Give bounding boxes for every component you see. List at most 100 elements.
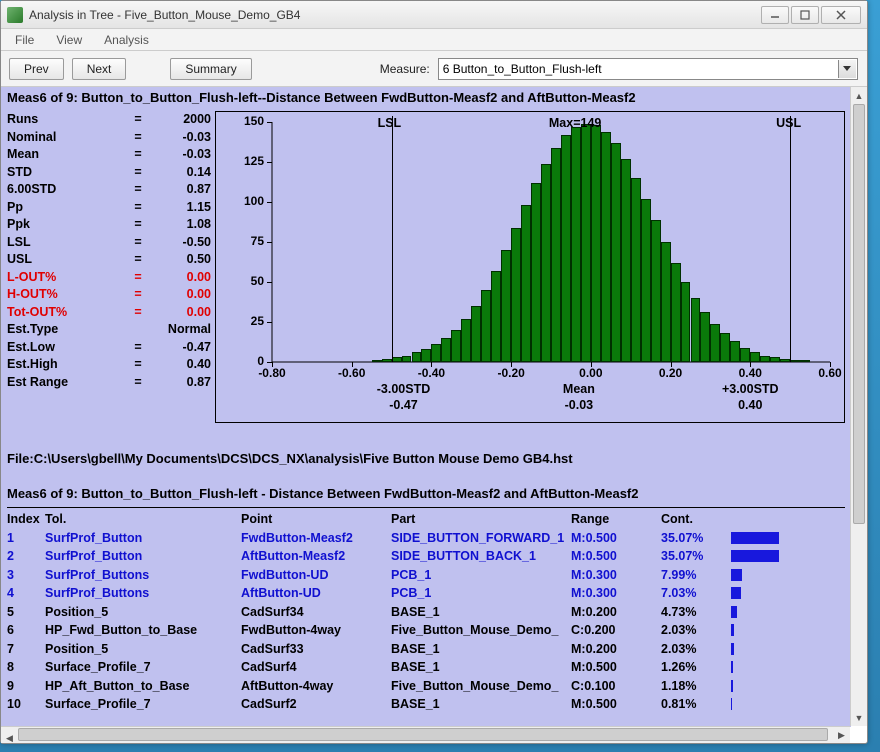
table-header: IndexTol.PointPartRangeCont.: [7, 510, 845, 529]
scroll-down-icon[interactable]: ▼: [851, 709, 867, 726]
window-controls: [761, 6, 861, 24]
histogram-bar: [631, 178, 641, 362]
scroll-up-icon[interactable]: ▲: [851, 87, 867, 104]
stat-value: 0.00: [151, 304, 211, 322]
stat-value: 0.14: [151, 164, 211, 182]
vertical-scrollbar[interactable]: ▲ ▼: [850, 87, 867, 726]
cell-part: Five_Button_Mouse_Demo_: [391, 677, 571, 696]
lsl-label: LSL: [378, 116, 402, 130]
prev-button[interactable]: Prev: [9, 58, 64, 80]
maximize-button[interactable]: [791, 6, 819, 24]
histogram-bar: [441, 338, 451, 362]
stat-label: STD: [7, 164, 125, 182]
stat-value: 0.87: [151, 181, 211, 199]
cell-part: PCB_1: [391, 566, 571, 585]
cell-bar: [731, 679, 791, 693]
histogram-bar: [461, 319, 471, 362]
stat-eq: =: [125, 304, 151, 322]
menu-file[interactable]: File: [5, 31, 44, 49]
cell-range: M:0.500: [571, 529, 661, 548]
menu-view[interactable]: View: [46, 31, 92, 49]
cell-range: M:0.500: [571, 547, 661, 566]
measure-select[interactable]: 6 Button_to_Button_Flush-left: [438, 58, 858, 80]
cell-part: BASE_1: [391, 695, 571, 714]
stat-row: H-OUT%=0.00: [7, 286, 211, 304]
histogram-bar: [591, 125, 601, 362]
table-row[interactable]: 1SurfProf_ButtonFwdButton-Measf2SIDE_BUT…: [7, 529, 845, 548]
summary-button[interactable]: Summary: [170, 58, 251, 80]
stat-value: -0.50: [151, 234, 211, 252]
stat-value: -0.47: [151, 339, 211, 357]
table-row[interactable]: 7Position_5CadSurf33BASE_1M:0.2002.03%: [7, 640, 845, 659]
histogram-bar: [531, 183, 541, 362]
stat-value: Normal: [151, 321, 211, 339]
histogram-bar: [651, 220, 661, 362]
scroll-right-icon[interactable]: ▶: [833, 727, 850, 743]
table-row[interactable]: 9HP_Aft_Button_to_BaseAftButton-4wayFive…: [7, 677, 845, 696]
stat-label: H-OUT%: [7, 286, 125, 304]
x-tick: 0.60: [805, 366, 851, 380]
cell-index: 6: [7, 621, 45, 640]
stat-row: Est Range=0.87: [7, 374, 211, 392]
stat-eq: =: [125, 374, 151, 392]
cell-bar: [731, 568, 791, 582]
th-range: Range: [571, 510, 661, 529]
horizontal-scrollbar[interactable]: ◀▶: [1, 726, 850, 743]
x-tick: -0.20: [486, 366, 536, 380]
minimize-button[interactable]: [761, 6, 789, 24]
toolbar: Prev Next Summary Measure: 6 Button_to_B…: [1, 51, 867, 87]
stat-label: Nominal: [7, 129, 125, 147]
cell-point: AftButton-UD: [241, 584, 391, 603]
stat-row: Tot-OUT%=0.00: [7, 304, 211, 322]
table-row[interactable]: 3SurfProf_ButtonsFwdButton-UDPCB_1M:0.30…: [7, 566, 845, 585]
stat-row: Est.TypeNormal: [7, 321, 211, 339]
next-button[interactable]: Next: [72, 58, 127, 80]
axis-sublabel: 0.40: [710, 398, 790, 412]
content-wrap: Meas6 of 9: Button_to_Button_Flush-left-…: [1, 87, 867, 743]
histogram-bar: [481, 290, 491, 362]
stat-row: Ppk=1.08: [7, 216, 211, 234]
vscroll-thumb[interactable]: [853, 104, 865, 524]
file-path-line: File:C:\Users\gbell\My Documents\DCS\DCS…: [1, 451, 851, 466]
stat-label: LSL: [7, 234, 125, 252]
table-row[interactable]: 6HP_Fwd_Button_to_BaseFwdButton-4wayFive…: [7, 621, 845, 640]
scroll-left-icon[interactable]: ◀: [1, 730, 18, 743]
menu-analysis[interactable]: Analysis: [94, 31, 159, 49]
cell-part: BASE_1: [391, 603, 571, 622]
table-row[interactable]: 2SurfProf_ButtonAftButton-Measf2SIDE_BUT…: [7, 547, 845, 566]
histogram-bar: [760, 356, 770, 362]
cell-index: 1: [7, 529, 45, 548]
table-row[interactable]: 5Position_5CadSurf34BASE_1M:0.2004.73%: [7, 603, 845, 622]
measurement-header: Meas6 of 9: Button_to_Button_Flush-left-…: [1, 87, 851, 111]
statistics-panel: Runs=2000Nominal=-0.03Mean=-0.03STD=0.14…: [7, 111, 211, 423]
table-row[interactable]: 8Surface_Profile_7CadSurf4BASE_1M:0.5001…: [7, 658, 845, 677]
close-button[interactable]: [821, 6, 861, 24]
cell-index: 7: [7, 640, 45, 659]
cell-range: M:0.300: [571, 566, 661, 585]
stat-label: Est.Low: [7, 339, 125, 357]
table-row[interactable]: 4SurfProf_ButtonsAftButton-UDPCB_1M:0.30…: [7, 584, 845, 603]
stat-eq: =: [125, 269, 151, 287]
axis-sublabel: -0.47: [364, 398, 444, 412]
histogram-bar: [720, 333, 730, 362]
stat-label: 6.00STD: [7, 181, 125, 199]
cell-bar: [731, 623, 791, 637]
stat-value: 1.15: [151, 199, 211, 217]
table-row[interactable]: 10Surface_Profile_7CadSurf2BASE_1M:0.500…: [7, 695, 845, 714]
cell-range: M:0.300: [571, 584, 661, 603]
cell-tol: Position_5: [45, 640, 241, 659]
stat-eq: =: [125, 129, 151, 147]
stat-row: STD=0.14: [7, 164, 211, 182]
measure-select-value: 6 Button_to_Button_Flush-left: [443, 62, 602, 76]
cell-tol: Position_5: [45, 603, 241, 622]
cell-point: CadSurf33: [241, 640, 391, 659]
cell-bar: [731, 660, 791, 674]
histogram-bar: [421, 349, 431, 362]
divider: [7, 507, 845, 508]
maximize-icon: [800, 10, 810, 20]
cell-cont: 7.99%: [661, 566, 731, 585]
histogram-bar: [551, 148, 561, 362]
stat-eq: =: [125, 216, 151, 234]
x-tick: -0.40: [406, 366, 456, 380]
hscroll-thumb[interactable]: [18, 728, 828, 741]
